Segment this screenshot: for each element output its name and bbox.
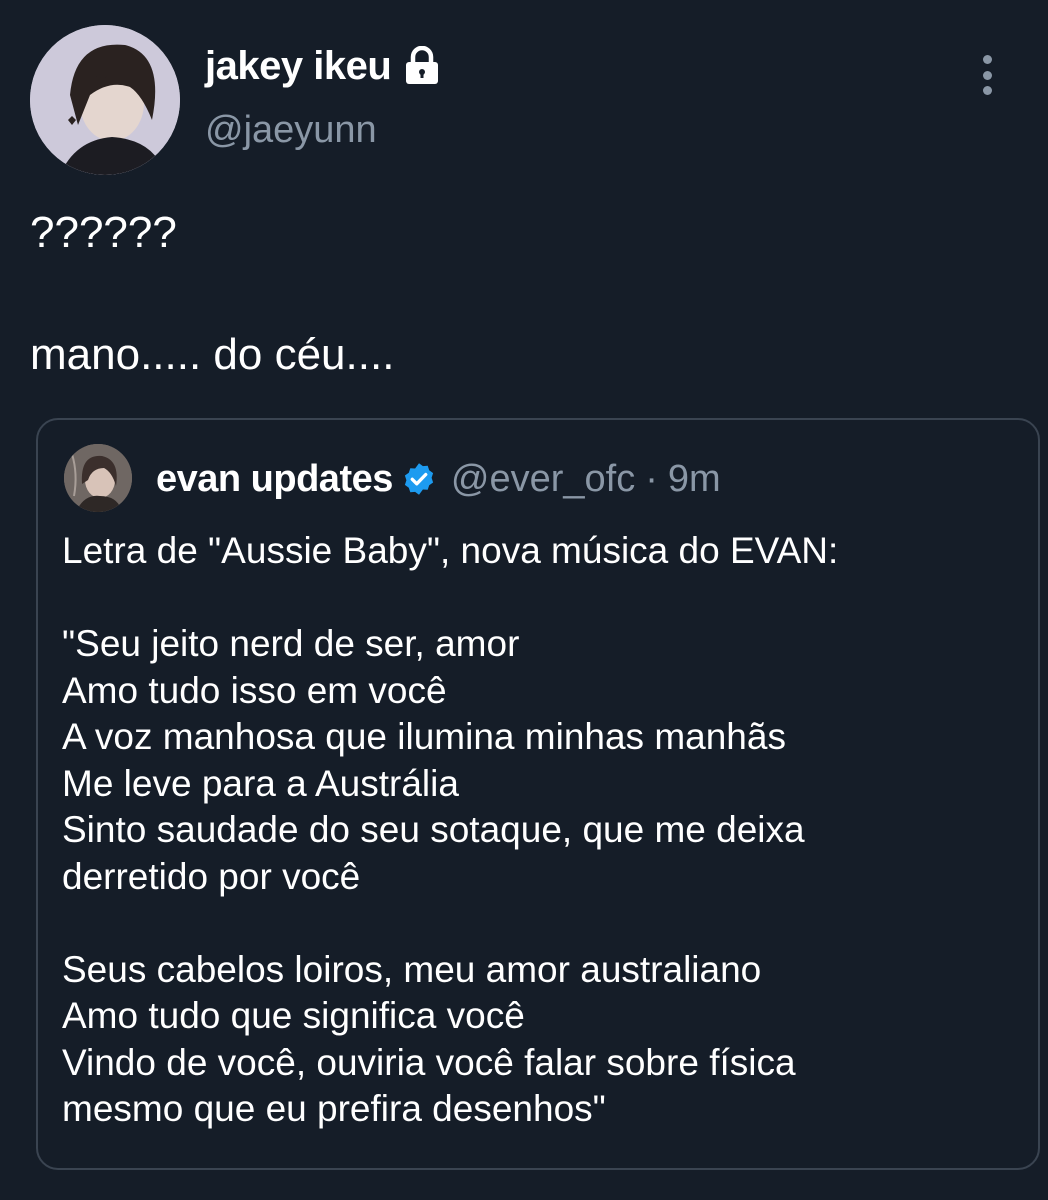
- quoted-tweet-card[interactable]: evan updates @ever_ofc · 9m Letra de "Au…: [36, 418, 1040, 1170]
- quoted-tweet-header: evan updates @ever_ofc · 9m: [156, 456, 721, 502]
- avatar-photo-icon: [30, 25, 180, 175]
- quoted-text-line: Seus cabelos loiros, meu amor australian…: [62, 948, 762, 990]
- quoted-tweet-time[interactable]: 9m: [668, 456, 721, 502]
- quoted-text-line: derretido por você: [62, 855, 361, 897]
- tweet-text-line: mano..... do céu....: [30, 330, 395, 379]
- quoted-text-line: A voz manhosa que ilumina minhas manhãs: [62, 716, 786, 757]
- quoted-text-line: "Seu jeito nerd de ser, amor: [62, 623, 520, 664]
- quoted-text-line: Letra de "Aussie Baby", nova música do E…: [62, 530, 839, 571]
- quoted-text-line: Sinto saudade do seu sotaque, que me dei…: [62, 809, 805, 850]
- quoted-author-name[interactable]: evan updates: [156, 456, 393, 502]
- author-display-name[interactable]: jakey ikeu: [205, 40, 392, 92]
- quoted-text-line: mesmo que eu prefira desenhos": [62, 1088, 606, 1129]
- lock-icon: [403, 46, 441, 86]
- separator-dot: ·: [645, 458, 658, 500]
- quoted-author-handle[interactable]: @ever_ofc: [451, 456, 635, 502]
- quoted-text-line: Me leve para a Austrália: [62, 762, 459, 804]
- tweet-text-line: ??????: [30, 208, 177, 257]
- quoted-avatar-photo-icon: [64, 444, 132, 512]
- quoted-text-line: Vindo de você, ouviria você falar sobre …: [62, 1041, 796, 1083]
- author-name[interactable]: jakey ikeu: [205, 40, 441, 92]
- verified-badge-icon: [401, 461, 437, 497]
- quoted-text-line: Amo tudo que significa você: [62, 995, 525, 1036]
- tweet: jakey ikeu @jaeyunn ?????? mano..... do …: [0, 0, 1048, 1200]
- author-handle[interactable]: @jaeyunn: [205, 105, 377, 155]
- quoted-tweet-body: Letra de "Aussie Baby", nova música do E…: [62, 528, 838, 1133]
- quoted-author-avatar[interactable]: [64, 444, 132, 512]
- more-vertical-icon[interactable]: [975, 55, 999, 95]
- author-avatar[interactable]: [30, 25, 180, 175]
- quoted-text-line: Amo tudo isso em você: [62, 669, 447, 711]
